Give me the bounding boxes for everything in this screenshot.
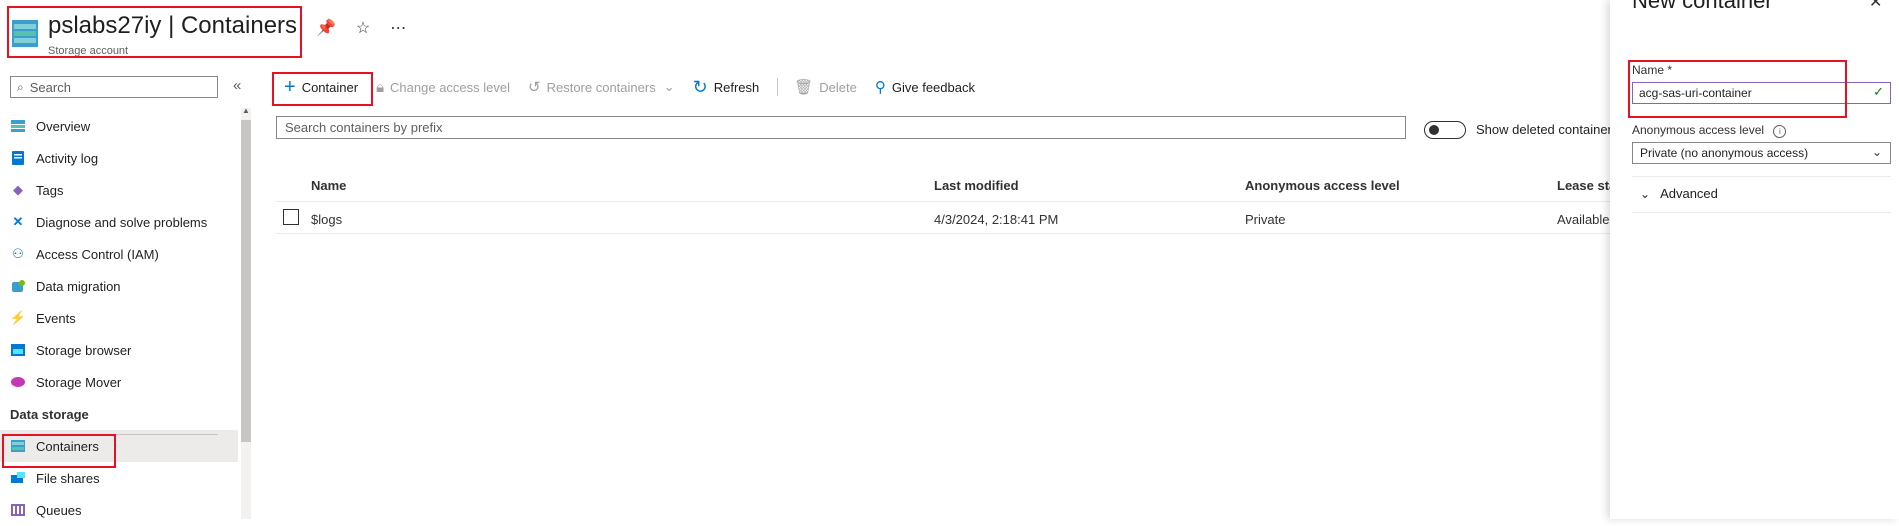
delete-button[interactable]: 🗑︎ Delete bbox=[794, 78, 857, 96]
folder-icon bbox=[10, 342, 26, 358]
sidebar-item-tags[interactable]: ◆ Tags bbox=[0, 174, 238, 206]
overview-icon bbox=[10, 118, 26, 134]
feedback-icon: ⚲ bbox=[874, 79, 886, 96]
plus-icon: + bbox=[284, 75, 296, 98]
give-feedback-button[interactable]: ⚲ Give feedback bbox=[875, 78, 975, 96]
close-icon[interactable]: ✕ bbox=[1869, 0, 1882, 12]
chevron-down-icon: ⌄ bbox=[1640, 186, 1651, 201]
header-divider bbox=[276, 201, 1610, 202]
checkmark-icon: ✓ bbox=[1873, 84, 1884, 99]
advanced-section-toggle[interactable]: ⌄ Advanced bbox=[1640, 186, 1718, 201]
search-icon: ⌕ bbox=[17, 79, 24, 94]
restore-containers-button[interactable]: ↺ Restore containers ⌄ bbox=[528, 78, 675, 96]
file-shares-icon bbox=[10, 470, 26, 486]
refresh-button[interactable]: ↻ Refresh bbox=[693, 77, 760, 98]
sidebar-item-data-migration[interactable]: Data migration bbox=[0, 270, 238, 302]
people-icon: ⚇ bbox=[12, 246, 24, 261]
change-access-level-button[interactable]: 🔒︎ Change access level bbox=[376, 79, 510, 96]
command-bar: + Container 🔒︎ Change access level ↺ Res… bbox=[276, 76, 993, 98]
chevron-down-icon: ⌄ bbox=[663, 79, 675, 94]
column-header-access-level[interactable]: Anonymous access level bbox=[1245, 178, 1400, 193]
cell-last-modified: 4/3/2024, 2:18:41 PM bbox=[934, 212, 1059, 227]
sidebar-item-overview[interactable]: Overview bbox=[0, 110, 238, 142]
sidebar-item-storage-mover[interactable]: Storage Mover bbox=[0, 366, 238, 398]
toggle-knob bbox=[1429, 125, 1439, 135]
show-deleted-toggle[interactable] bbox=[1424, 121, 1466, 139]
activity-log-icon bbox=[10, 150, 26, 166]
queues-icon bbox=[10, 502, 26, 518]
add-container-button[interactable]: + Container bbox=[284, 76, 358, 99]
advanced-bottom-divider bbox=[1632, 212, 1891, 213]
show-deleted-label: Show deleted containers bbox=[1476, 122, 1619, 137]
undo-icon: ↺ bbox=[528, 79, 541, 96]
advanced-top-divider bbox=[1632, 176, 1891, 177]
collapse-sidebar-button[interactable]: « bbox=[233, 77, 241, 94]
sidebar-search-input[interactable]: ⌕ Search bbox=[10, 76, 218, 98]
toolbar-divider bbox=[777, 78, 779, 96]
data-migration-icon bbox=[10, 278, 26, 294]
container-prefix-search-input[interactable]: Search containers by prefix bbox=[276, 116, 1406, 139]
lock-icon: 🔒︎ bbox=[376, 78, 385, 96]
pin-icon[interactable]: 📌 bbox=[316, 18, 336, 38]
new-container-panel: New container ✕ Name * acg-sas-uri-conta… bbox=[1610, 0, 1899, 519]
lightning-icon: ⚡ bbox=[9, 310, 27, 325]
scroll-up-icon[interactable]: ▲ bbox=[241, 106, 251, 115]
access-level-label: Anonymous access level i bbox=[1632, 123, 1787, 138]
section-divider bbox=[10, 434, 218, 435]
tag-icon: ◆ bbox=[13, 182, 23, 197]
page-subtitle: Storage account bbox=[48, 45, 129, 57]
containers-icon bbox=[10, 438, 26, 454]
cell-name[interactable]: $logs bbox=[311, 212, 342, 227]
sidebar-item-queues[interactable]: Queues bbox=[0, 494, 238, 526]
row-checkbox[interactable] bbox=[283, 209, 299, 225]
sidebar-item-file-shares[interactable]: File shares bbox=[0, 462, 238, 494]
panel-title: New container bbox=[1632, 0, 1773, 13]
sidebar-item-events[interactable]: ⚡ Events bbox=[0, 302, 238, 334]
column-header-name[interactable]: Name bbox=[311, 178, 346, 193]
chevron-down-icon: ⌄ bbox=[1871, 145, 1882, 159]
sidebar-item-activity-log[interactable]: Activity log bbox=[0, 142, 238, 174]
refresh-icon: ↻ bbox=[692, 76, 708, 97]
container-name-field[interactable]: acg-sas-uri-container ✓ bbox=[1632, 82, 1891, 104]
sidebar-item-storage-browser[interactable]: Storage browser bbox=[0, 334, 238, 366]
cell-access-level: Private bbox=[1245, 212, 1286, 227]
row-divider bbox=[276, 233, 1610, 234]
column-header-last-modified[interactable]: Last modified bbox=[934, 178, 1019, 193]
storage-account-icon bbox=[12, 18, 38, 48]
info-icon[interactable]: i bbox=[1773, 125, 1787, 138]
page-title: pslabs27iy | Containers bbox=[48, 12, 298, 39]
sidebar-item-diagnose[interactable]: ✕ Diagnose and solve problems bbox=[0, 206, 238, 238]
sidebar-scroll-thumb[interactable] bbox=[241, 120, 251, 442]
trash-icon: 🗑︎ bbox=[794, 79, 814, 96]
more-icon[interactable]: ⋯ bbox=[390, 18, 406, 38]
section-header-data-storage: Data storage bbox=[10, 406, 89, 422]
star-icon[interactable]: ☆ bbox=[356, 18, 370, 38]
sidebar-nav: Overview Activity log ◆ Tags ✕ Diagnose … bbox=[0, 110, 238, 526]
cloud-mover-icon bbox=[10, 374, 26, 390]
wrench-icon: ✕ bbox=[12, 214, 24, 229]
sidebar-item-iam[interactable]: ⚇ Access Control (IAM) bbox=[0, 238, 238, 270]
access-level-dropdown[interactable]: Private (no anonymous access) ⌄ bbox=[1632, 142, 1891, 164]
cell-lease-state: Available bbox=[1557, 212, 1610, 227]
name-field-label: Name * bbox=[1632, 63, 1673, 77]
